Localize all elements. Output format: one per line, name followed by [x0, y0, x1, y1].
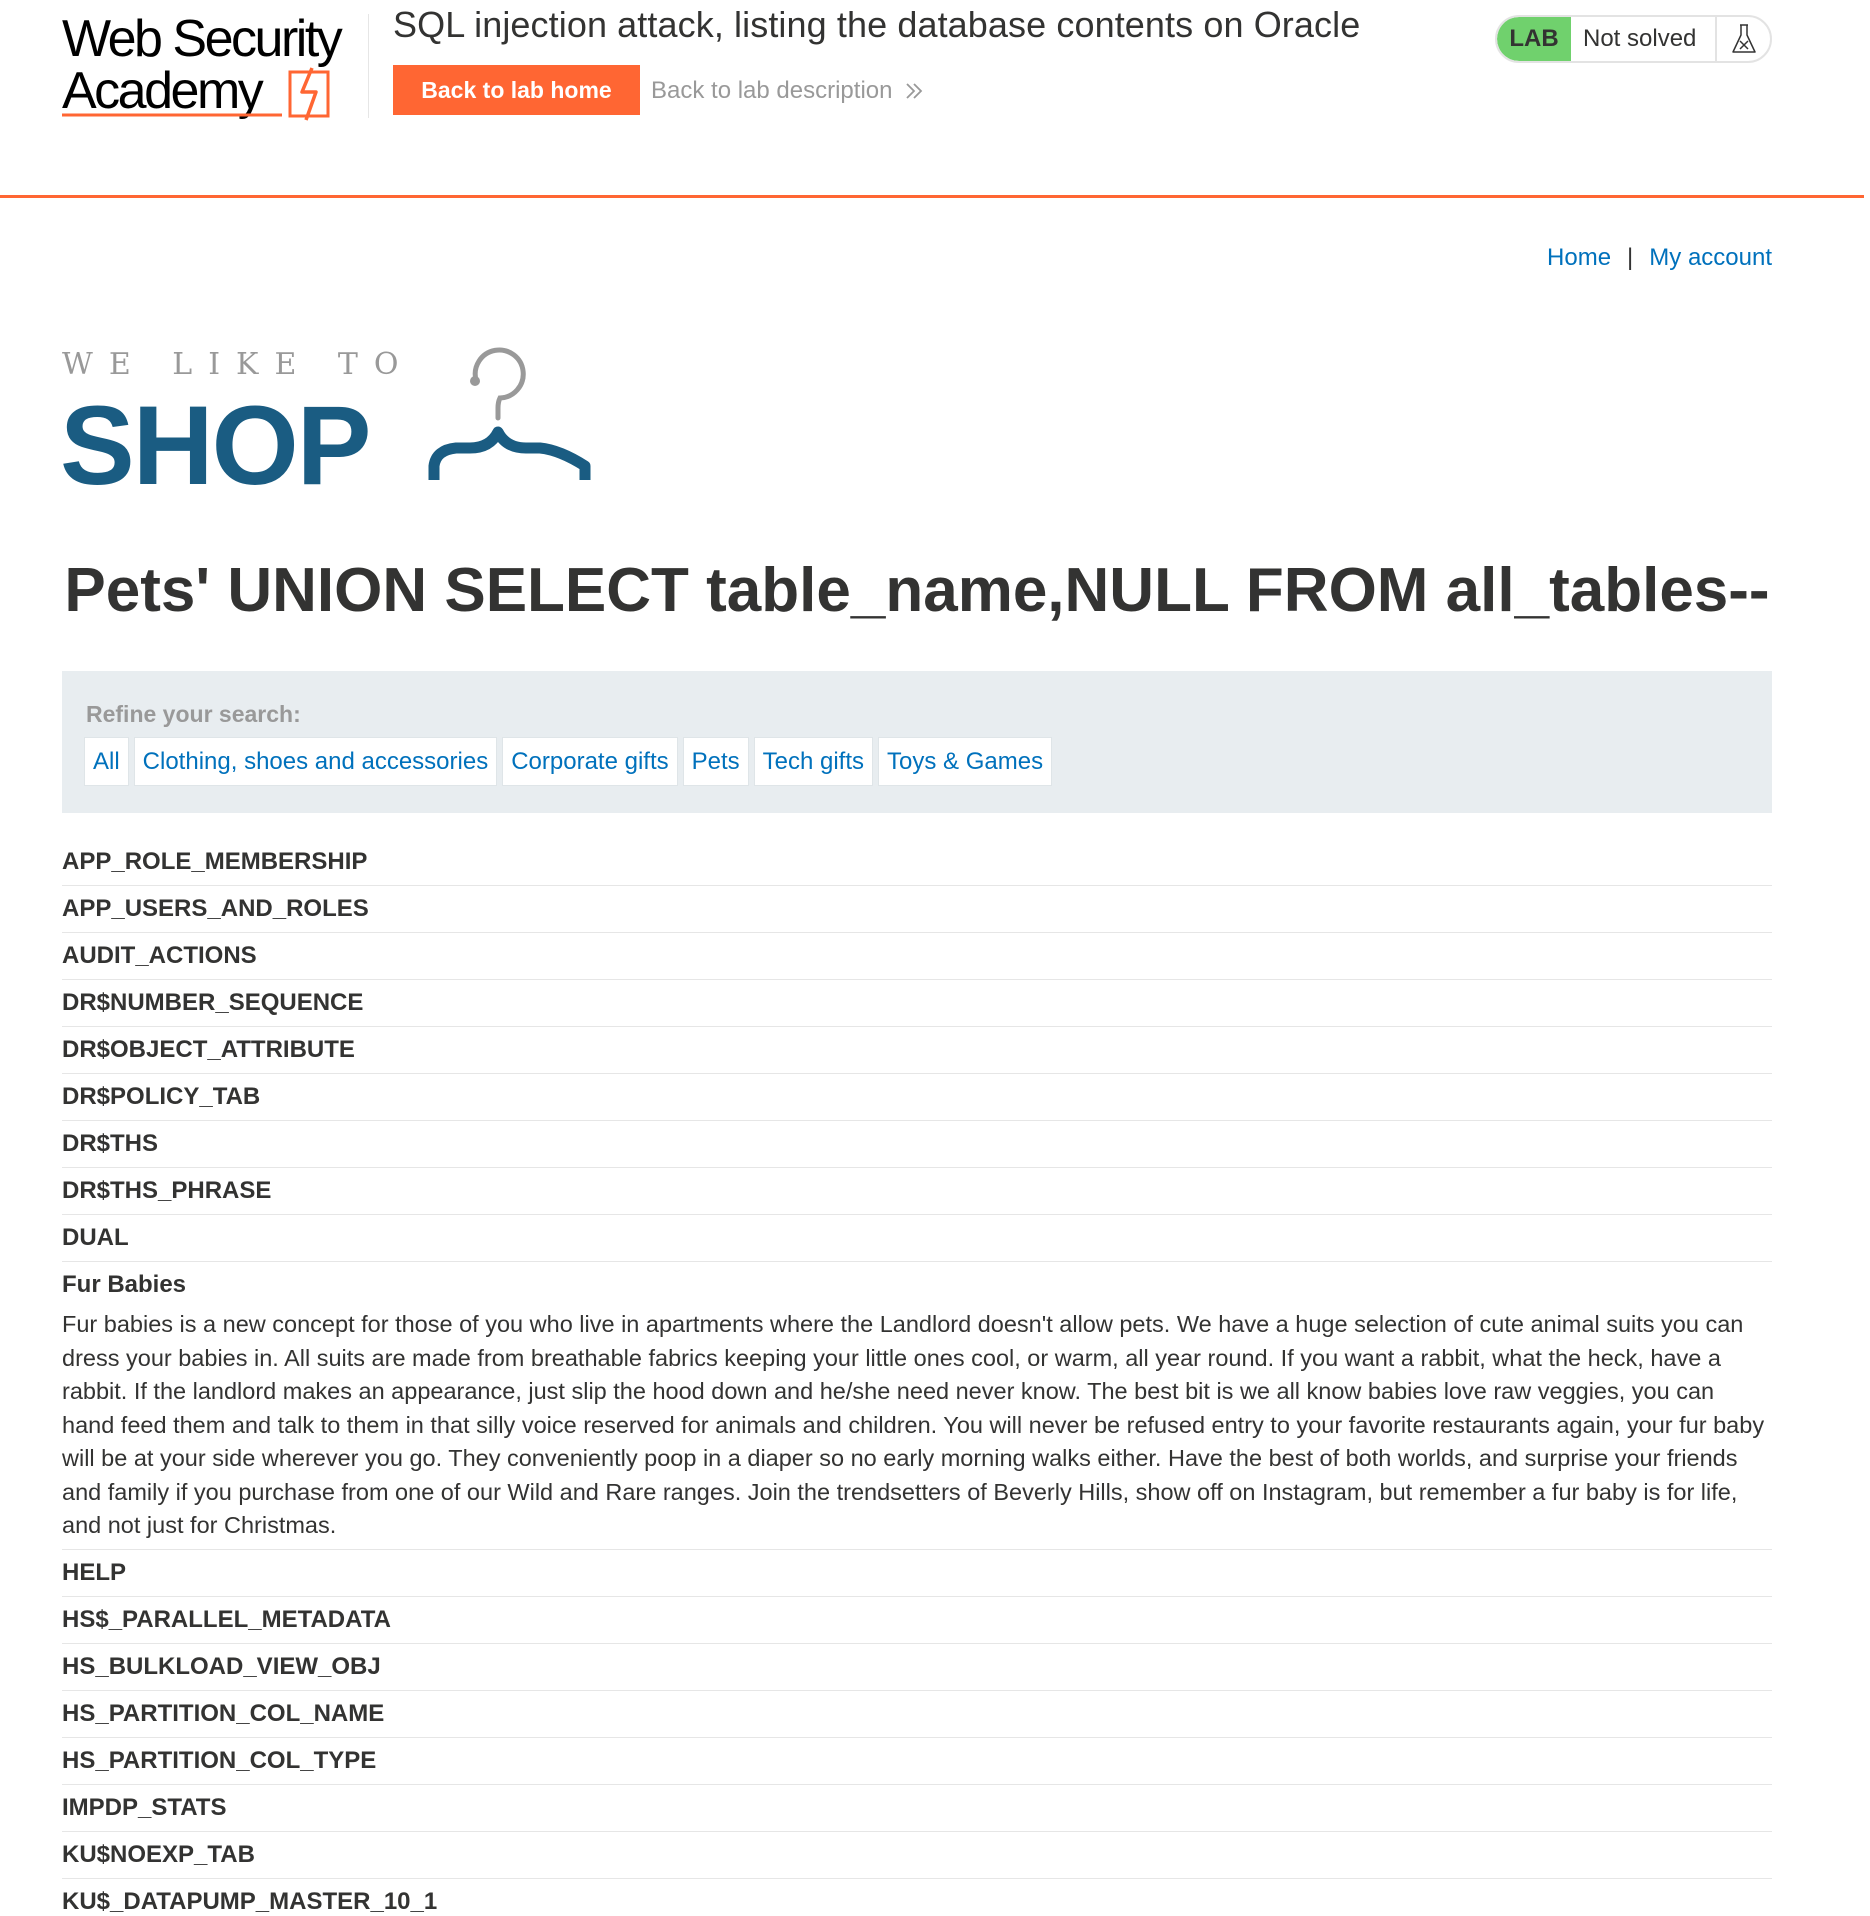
result-row: DR$NUMBER_SEQUENCE	[62, 980, 1772, 1027]
result-title: APP_ROLE_MEMBERSHIP	[62, 848, 368, 875]
search-results-heading: Pets' UNION SELECT table_name,NULL FROM …	[64, 556, 1770, 625]
result-title: HELP	[62, 1558, 127, 1586]
back-to-lab-description-link[interactable]: Back to lab description	[651, 77, 924, 105]
result-description: Fur babies is a new concept for those of…	[62, 1311, 1765, 1538]
filter-label: Refine your search:	[86, 701, 301, 727]
result-title: IMPDP_STATS	[62, 1793, 227, 1821]
double-chevron-right-icon	[906, 83, 923, 99]
result-title: Fur Babies	[62, 1271, 187, 1298]
result-row: DUAL	[62, 1215, 1772, 1262]
we-like-to-shop-logo: WE LIKE TO SHOP	[60, 347, 591, 494]
result-title: DUAL	[62, 1224, 129, 1251]
filter-all[interactable]: All	[84, 737, 129, 786]
logo-line2: Academy	[62, 62, 264, 120]
result-title: DR$OBJECT_ATTRIBUTE	[62, 1036, 355, 1063]
my-account-link[interactable]: My account	[1649, 244, 1772, 272]
flask-icon	[1717, 17, 1770, 61]
result-row: IMPDP_STATS	[62, 1785, 1772, 1832]
hanger-icon	[428, 347, 591, 480]
nav-separator: |	[1627, 244, 1634, 271]
result-row: KU$NOEXP_TAB	[62, 1832, 1772, 1879]
result-row: APP_USERS_AND_ROLES	[62, 886, 1772, 933]
result-title: APP_USERS_AND_ROLES	[62, 895, 369, 922]
result-title: AUDIT_ACTIONS	[62, 942, 257, 969]
filter-tech-gifts[interactable]: Tech gifts	[753, 737, 874, 786]
lab-title: SQL injection attack, listing the databa…	[393, 4, 1361, 45]
result-row: HS_PARTITION_COL_NAME	[62, 1691, 1772, 1738]
filter-list: All Clothing, shoes and accessories Corp…	[84, 737, 1053, 786]
result-row: HELP	[62, 1550, 1772, 1597]
result-row: DR$OBJECT_ATTRIBUTE	[62, 1027, 1772, 1074]
result-title: HS_BULKLOAD_VIEW_OBJ	[62, 1652, 381, 1680]
results-table: APP_ROLE_MEMBERSHIP APP_USERS_AND_ROLES …	[62, 839, 1772, 1916]
filter-panel: Refine your search: All Clothing, shoes …	[62, 671, 1772, 813]
result-row: DR$POLICY_TAB	[62, 1074, 1772, 1121]
result-title: HS$_PARALLEL_METADATA	[62, 1605, 391, 1633]
top-nav: Home | My account	[1547, 244, 1772, 272]
shop-tagline: WE LIKE TO	[62, 347, 415, 382]
result-title: DR$THS_PHRASE	[62, 1177, 272, 1204]
result-title: DR$THS	[62, 1130, 159, 1157]
lightning-icon	[300, 67, 318, 121]
back-to-lab-home-button[interactable]: Back to lab home	[393, 65, 640, 115]
home-link[interactable]: Home	[1547, 244, 1611, 272]
filter-clothing-shoes-accessories[interactable]: Clothing, shoes and accessories	[133, 737, 498, 786]
result-row: HS$_PARALLEL_METADATA	[62, 1597, 1772, 1644]
result-row: APP_ROLE_MEMBERSHIP	[62, 839, 1772, 886]
logo-line1: Web Security	[62, 10, 343, 68]
header-divider	[368, 14, 369, 118]
result-title: KU$NOEXP_TAB	[62, 1840, 255, 1868]
result-row: DR$THS_PHRASE	[62, 1168, 1772, 1215]
result-row: KU$_DATAPUMP_MASTER_10_1	[62, 1879, 1772, 1916]
result-title: HS_PARTITION_COL_TYPE	[62, 1746, 377, 1774]
result-title: DR$NUMBER_SEQUENCE	[62, 989, 364, 1016]
back-to-lab-description-label: Back to lab description	[651, 77, 893, 104]
filter-toys-games[interactable]: Toys & Games	[878, 737, 1053, 786]
shop-word: SHOP	[60, 383, 369, 494]
result-row: HS_BULKLOAD_VIEW_OBJ	[62, 1644, 1772, 1691]
result-row: HS_PARTITION_COL_TYPE	[62, 1738, 1772, 1785]
filter-pets[interactable]: Pets	[682, 737, 749, 786]
result-title: HS_PARTITION_COL_NAME	[62, 1699, 385, 1727]
lab-status-text: Not solved	[1571, 17, 1717, 61]
lab-badge: LAB	[1497, 17, 1571, 61]
lab-status-widget: LAB Not solved	[1495, 15, 1772, 63]
result-row: Fur Babies Fur babies is a new concept f…	[62, 1262, 1772, 1550]
result-title: KU$_DATAPUMP_MASTER_10_1	[62, 1887, 438, 1915]
web-security-academy-logo[interactable]: Web Security Academy	[60, 8, 370, 126]
result-title: DR$POLICY_TAB	[62, 1083, 261, 1110]
result-row: AUDIT_ACTIONS	[62, 933, 1772, 980]
academy-header: Web Security Academy SQL injection attac…	[0, 0, 1864, 198]
filter-corporate-gifts[interactable]: Corporate gifts	[502, 737, 678, 786]
result-row: DR$THS	[62, 1121, 1772, 1168]
